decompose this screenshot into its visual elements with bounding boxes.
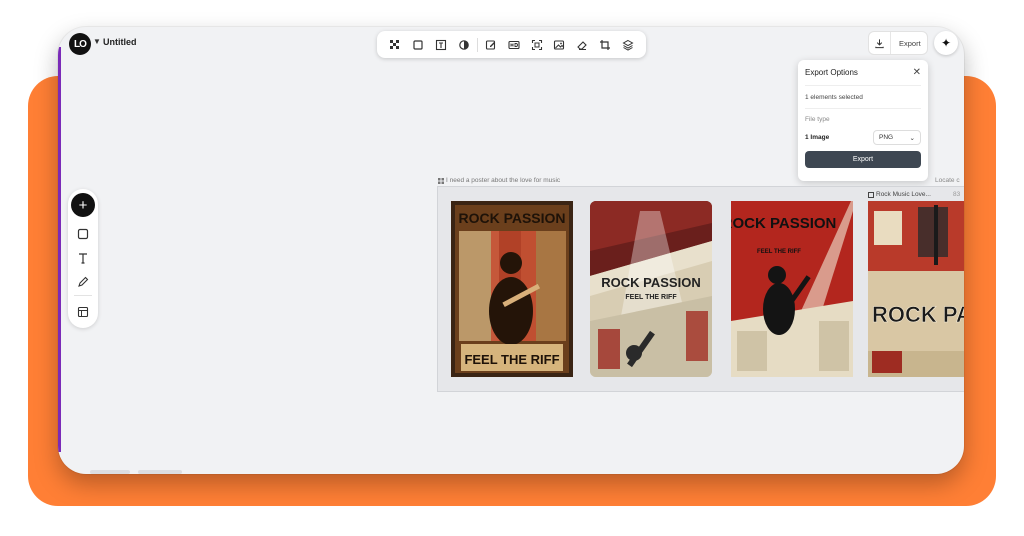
poster-title: ROCK PASSION	[458, 210, 565, 226]
locate-button[interactable]: Locate c	[935, 177, 960, 184]
export-confirm-button[interactable]: Export	[805, 151, 921, 168]
image-icon[interactable]	[548, 34, 571, 56]
prompt-text: I need a poster about the love for music	[446, 177, 561, 184]
transparency-icon[interactable]	[384, 34, 407, 56]
image-icon	[868, 191, 874, 198]
pencil-tool-icon[interactable]	[74, 273, 92, 291]
app-logo[interactable]: LO	[69, 33, 91, 55]
rail-divider	[74, 295, 92, 296]
panel-header: Export Options ✕	[805, 60, 921, 86]
document-title[interactable]: Untitled	[103, 37, 137, 47]
poster-subtitle: FEEL THE RIFF	[757, 249, 801, 255]
expand-icon[interactable]	[525, 34, 548, 56]
frame-icon[interactable]	[407, 34, 430, 56]
poster-title: ROCK PASSION	[731, 215, 836, 232]
text-tool-icon[interactable]	[74, 249, 92, 267]
poster-subtitle: FEEL THE RIFF	[625, 294, 677, 301]
scroll-indicator	[138, 470, 182, 474]
poster-size: 83	[953, 191, 961, 198]
image-toolbar	[377, 31, 646, 58]
adjust-icon[interactable]	[452, 34, 475, 56]
hd-icon[interactable]	[503, 34, 526, 56]
rectangle-tool-icon[interactable]	[74, 225, 92, 243]
format-value: PNG	[879, 134, 894, 141]
poster-image-3[interactable]: ROCK PASSION FEEL THE RIFF	[731, 201, 853, 377]
export-button-group[interactable]: Export	[868, 31, 928, 55]
app-window: LO ▼ Untitled Export ✦ Export Options ✕ …	[58, 27, 964, 474]
poster-image-1[interactable]: ROCK PASSION FEEL THE RIFF	[451, 201, 573, 377]
download-icon[interactable]	[869, 32, 891, 54]
poster-title: ROCK PASSION	[872, 302, 964, 327]
grid-icon	[438, 177, 444, 184]
poster-name: Rock Music Love...	[876, 191, 931, 198]
file-type-row: 1 Image PNG ⌄	[805, 130, 921, 145]
export-button[interactable]: Export	[891, 39, 921, 48]
add-icon[interactable]: +	[71, 193, 95, 217]
selection-count: 1 elements selected	[805, 86, 921, 109]
image-count-label: 1 Image	[805, 134, 830, 141]
layers-icon[interactable]	[616, 34, 639, 56]
toolbar-divider	[476, 37, 478, 52]
sparkle-icon[interactable]: ✦	[934, 31, 958, 55]
crop-icon[interactable]	[594, 34, 617, 56]
eraser-icon[interactable]	[571, 34, 594, 56]
template-tool-icon[interactable]	[74, 303, 92, 321]
edit-image-icon[interactable]	[480, 34, 503, 56]
poster-subtitle: FEEL THE RIFF	[464, 352, 559, 367]
file-type-label: File type	[805, 116, 830, 123]
window-edge	[58, 47, 61, 452]
close-icon[interactable]: ✕	[913, 67, 921, 78]
chevron-down-icon[interactable]: ▼	[93, 37, 101, 46]
scroll-indicator	[90, 470, 130, 474]
screenshot-stage: LO ▼ Untitled Export ✦ Export Options ✕ …	[0, 0, 1024, 536]
poster-title: ROCK PASSION	[601, 275, 700, 290]
poster-label: Rock Music Love...	[868, 191, 931, 198]
panel-title: Export Options	[805, 68, 858, 77]
chevron-down-icon: ⌄	[909, 134, 915, 142]
text-box-icon[interactable]	[429, 34, 452, 56]
export-options-panel: Export Options ✕ 1 elements selected Fil…	[798, 60, 928, 181]
format-select[interactable]: PNG ⌄	[873, 130, 921, 145]
poster-image-2[interactable]: ROCK PASSION FEEL THE RIFF	[590, 201, 712, 377]
prompt-label: I need a poster about the love for music	[438, 177, 560, 184]
poster-image-4[interactable]: ROCK PASSION	[868, 201, 964, 377]
tool-rail: +	[68, 189, 98, 328]
